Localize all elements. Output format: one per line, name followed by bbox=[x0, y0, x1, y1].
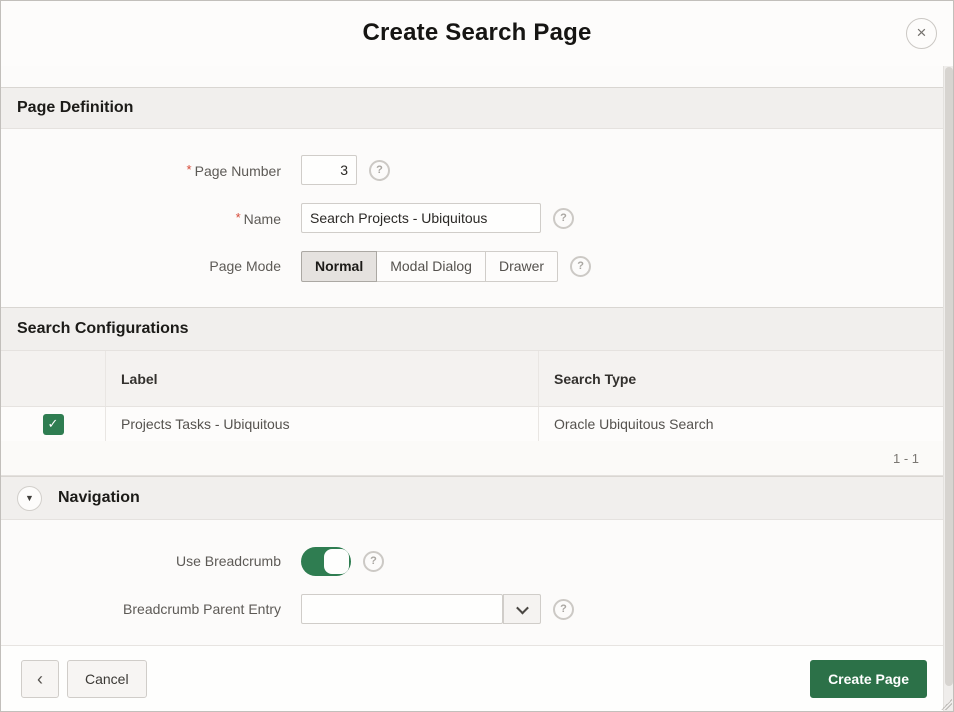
dialog-header: Create Search Page × bbox=[1, 1, 953, 66]
name-input[interactable] bbox=[301, 203, 541, 233]
row-checkbox[interactable]: ✓ bbox=[42, 413, 64, 435]
column-header-search-type: Search Type bbox=[554, 370, 637, 387]
name-row: *Name ? bbox=[1, 203, 943, 233]
help-icon[interactable]: ? bbox=[553, 598, 574, 620]
required-asterisk: * bbox=[235, 209, 241, 225]
page-number-input[interactable] bbox=[301, 155, 357, 185]
close-icon: × bbox=[916, 23, 927, 42]
navigation-body: Use Breadcrumb ? Breadcrumb Parent Entry bbox=[1, 520, 943, 645]
page-definition-body: *Page Number ? *Name bbox=[1, 129, 943, 307]
page-mode-option-normal[interactable]: Normal bbox=[301, 250, 378, 282]
page-number-row: *Page Number ? bbox=[1, 155, 943, 185]
page-mode-label: Page Mode bbox=[209, 258, 281, 274]
page-mode-button-group: Normal Modal Dialog Drawer bbox=[301, 250, 559, 282]
breadcrumb-parent-entry-row: Breadcrumb Parent Entry ? bbox=[1, 594, 943, 624]
section-header-search-configurations: Search Configurations bbox=[1, 307, 943, 351]
close-button[interactable]: × bbox=[906, 18, 937, 49]
dialog-footer: ‹ Cancel Create Page bbox=[1, 645, 943, 711]
collapse-button[interactable]: ▼ bbox=[17, 485, 42, 511]
page-mode-option-drawer[interactable]: Drawer bbox=[485, 250, 559, 282]
name-label: * Name bbox=[235, 209, 281, 227]
resize-handle[interactable] bbox=[941, 699, 952, 710]
page-number-label: * Page Number bbox=[186, 161, 281, 179]
section-header-page-definition: Page Definition bbox=[1, 87, 943, 129]
page-mode-option-modal-dialog[interactable]: Modal Dialog bbox=[377, 250, 486, 282]
collapse-triangle-icon: ▼ bbox=[25, 493, 34, 503]
section-title: Page Definition bbox=[17, 99, 134, 116]
use-breadcrumb-row: Use Breadcrumb ? bbox=[1, 546, 943, 576]
chevron-down-icon bbox=[515, 601, 529, 614]
toggle-knob bbox=[324, 548, 349, 574]
use-breadcrumb-toggle[interactable] bbox=[301, 546, 351, 576]
breadcrumb-parent-entry-combobox bbox=[301, 594, 541, 624]
scrollbar-thumb[interactable] bbox=[945, 67, 953, 687]
table-row[interactable]: ✓ Projects Tasks - Ubiquitous Oracle Ubi… bbox=[1, 407, 943, 441]
section-title: Search Configurations bbox=[17, 320, 189, 337]
section-header-navigation: ▼ Navigation bbox=[1, 476, 943, 520]
create-search-page-dialog: Create Search Page × Page Definition * Pa… bbox=[0, 0, 954, 712]
help-icon[interactable]: ? bbox=[363, 550, 384, 572]
help-icon[interactable]: ? bbox=[553, 207, 574, 229]
cancel-button[interactable]: Cancel bbox=[67, 659, 147, 698]
checkbox-column-header bbox=[1, 351, 106, 406]
dialog-content: Page Definition *Page Number ? bbox=[1, 66, 943, 711]
page-mode-row: Page Mode Normal Modal Dialog Drawer ? bbox=[1, 250, 943, 282]
back-button[interactable]: ‹ bbox=[21, 659, 59, 698]
breadcrumb-parent-entry-input[interactable] bbox=[301, 594, 503, 624]
combobox-dropdown-button[interactable] bbox=[503, 594, 541, 624]
create-page-button[interactable]: Create Page bbox=[810, 659, 927, 698]
help-icon[interactable]: ? bbox=[369, 159, 390, 181]
required-asterisk: * bbox=[186, 161, 192, 177]
search-config-table-header: Label Search Type bbox=[1, 351, 943, 407]
breadcrumb-parent-entry-label: Breadcrumb Parent Entry bbox=[123, 601, 281, 617]
row-search-type-cell: Oracle Ubiquitous Search bbox=[554, 416, 714, 432]
pagination-range: 1 - 1 bbox=[892, 450, 919, 466]
column-header-label: Label bbox=[121, 370, 158, 387]
pagination: 1 - 1 bbox=[1, 441, 943, 476]
dialog-scroll-region: Page Definition *Page Number ? bbox=[1, 66, 953, 711]
vertical-scrollbar[interactable] bbox=[943, 66, 953, 711]
dialog-title: Create Search Page bbox=[362, 19, 592, 46]
check-icon: ✓ bbox=[47, 416, 59, 431]
use-breadcrumb-label: Use Breadcrumb bbox=[175, 553, 281, 569]
section-title: Navigation bbox=[58, 489, 140, 506]
row-label-cell: Projects Tasks - Ubiquitous bbox=[121, 416, 290, 432]
help-icon[interactable]: ? bbox=[570, 255, 592, 277]
back-chevron-icon: ‹ bbox=[37, 668, 43, 689]
spacer bbox=[1, 66, 943, 87]
